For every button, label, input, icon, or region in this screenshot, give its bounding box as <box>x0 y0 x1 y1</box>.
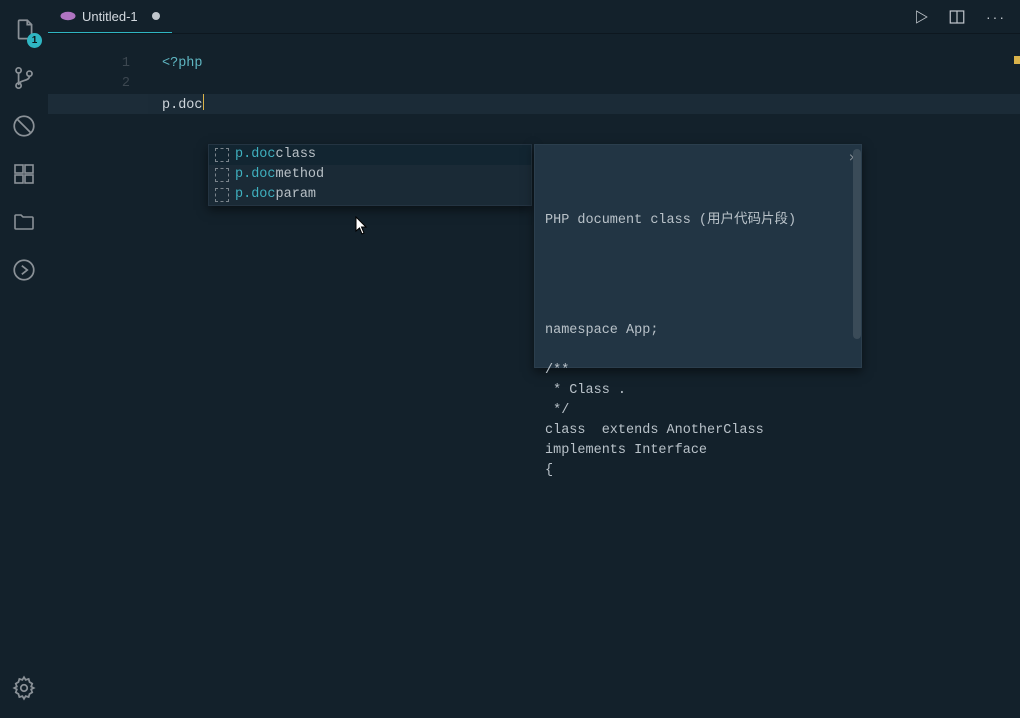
tab-bar: Untitled-1 ··· <box>48 0 1020 34</box>
line-number: 2 <box>48 74 148 94</box>
source-control-activity[interactable] <box>0 54 48 102</box>
app-root: 1 <box>0 0 1020 718</box>
branch-icon <box>11 65 37 91</box>
debug-activity[interactable] <box>0 102 48 150</box>
suggest-item-0[interactable]: p.docclass <box>209 145 531 165</box>
extensions-activity[interactable] <box>0 150 48 198</box>
folder-activity[interactable] <box>0 198 48 246</box>
play-icon <box>912 8 930 26</box>
code-line-2 <box>148 74 1020 94</box>
run-button[interactable] <box>910 6 932 28</box>
doc-scrollbar[interactable] <box>853 149 861 339</box>
tab-title: Untitled-1 <box>82 9 138 24</box>
code-line-1: <?php <box>148 54 1020 74</box>
line-gutter: 1 2 3 <box>48 34 148 718</box>
folder-icon <box>12 210 36 234</box>
explorer-badge: 1 <box>27 33 42 48</box>
snippet-icon <box>215 168 229 182</box>
suggest-item-2[interactable]: p.docparam <box>209 185 531 205</box>
code-line-3: p.doc <box>148 94 1020 114</box>
explorer-activity[interactable]: 1 <box>0 6 48 54</box>
suggest-item-1[interactable]: p.docmethod <box>209 165 531 185</box>
snippet-icon <box>215 188 229 202</box>
extensions-icon <box>12 162 36 186</box>
split-icon <box>948 8 966 26</box>
bug-slash-icon <box>11 113 37 139</box>
doc-body: namespace App; /** * Class . */ class ex… <box>545 321 851 481</box>
dirty-indicator-icon <box>152 12 160 20</box>
editor[interactable]: 1 2 3 <?php p.doc p.docclass p <box>48 34 1020 718</box>
php-activity[interactable] <box>0 246 48 294</box>
snippet-icon <box>215 148 229 162</box>
doc-title: PHP document class (用户代码片段) <box>545 211 851 231</box>
main-area: Untitled-1 ··· 1 <box>48 0 1020 718</box>
text-cursor <box>203 94 205 110</box>
settings-activity[interactable] <box>0 664 48 712</box>
more-actions-button[interactable]: ··· <box>982 9 1010 25</box>
line-number: 1 <box>48 54 148 74</box>
circle-arrow-icon <box>11 257 37 283</box>
split-editor-button[interactable] <box>946 6 968 28</box>
activity-bar: 1 <box>0 0 48 718</box>
editor-actions: ··· <box>910 0 1020 33</box>
gear-icon <box>11 675 37 701</box>
suggest-widget[interactable]: p.docclass p.docmethod p.docparam <box>208 144 532 206</box>
tab-untitled-1[interactable]: Untitled-1 <box>48 0 172 33</box>
suggest-details: × PHP document class (用户代码片段) namespace … <box>534 144 862 368</box>
php-file-icon <box>60 9 74 23</box>
